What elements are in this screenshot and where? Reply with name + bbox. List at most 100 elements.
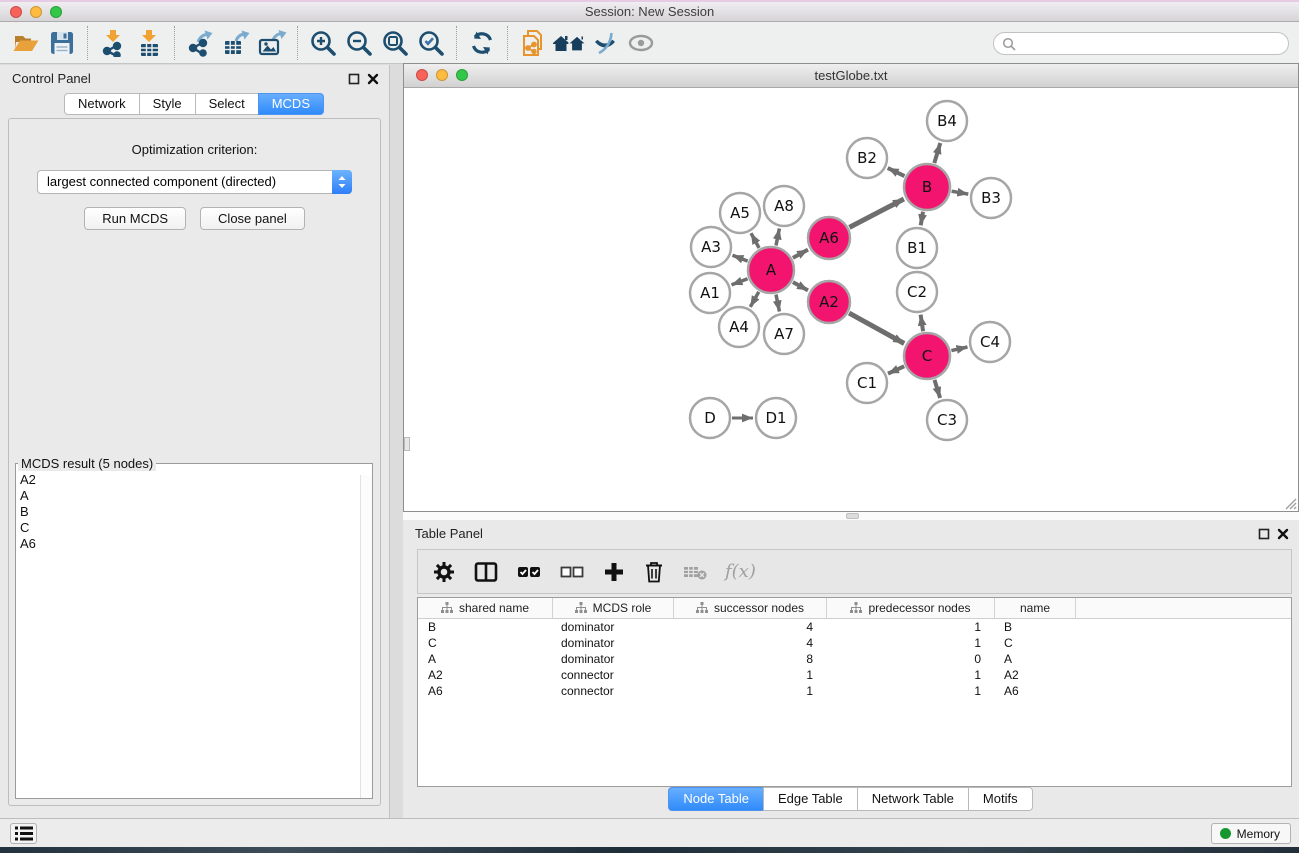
first-neighbors-button[interactable] — [551, 24, 587, 62]
export-table-button[interactable] — [218, 24, 254, 62]
tab-edge-table[interactable]: Edge Table — [763, 787, 858, 811]
edge-A-A1[interactable] — [732, 279, 748, 285]
export-network-button[interactable] — [182, 24, 218, 62]
edge-C-C2[interactable] — [921, 315, 924, 332]
horizontal-splitter[interactable] — [403, 512, 1299, 520]
tab-network-table[interactable]: Network Table — [857, 787, 969, 811]
mcds-result-item[interactable]: B — [20, 504, 372, 520]
edge-A-A6[interactable] — [793, 250, 808, 258]
zoom-selected-icon — [417, 29, 445, 57]
node-label-C2: C2 — [907, 283, 927, 301]
network-window-titlebar[interactable]: testGlobe.txt — [404, 64, 1298, 88]
mcds-result-item[interactable]: C — [20, 520, 372, 536]
export-image-button[interactable] — [254, 24, 290, 62]
task-history-button[interactable] — [10, 823, 37, 844]
network-view[interactable]: B4B2BB3A8A5A6A3B1AA1C2A2A4A7C4CC1C3DD1 — [404, 89, 1298, 511]
column-header-predecessor-nodes[interactable]: predecessor nodes — [827, 598, 995, 618]
mcds-result-item[interactable]: A2 — [20, 472, 372, 488]
node-label-D1: D1 — [765, 409, 786, 427]
run-mcds-button[interactable]: Run MCDS — [84, 207, 186, 230]
vertical-splitter-handle[interactable] — [404, 437, 410, 451]
table-cell: A6 — [418, 683, 553, 699]
column-header-mcds-role[interactable]: MCDS role — [553, 598, 674, 618]
task-list-icon — [15, 826, 33, 841]
edge-C-C1[interactable] — [888, 366, 904, 373]
tab-network[interactable]: Network — [64, 93, 140, 115]
table-row[interactable]: A6connector11A6 — [418, 683, 1291, 699]
table-settings-button[interactable] — [432, 560, 456, 584]
tab-motifs[interactable]: Motifs — [968, 787, 1033, 811]
save-session-button[interactable] — [44, 24, 80, 62]
table-row[interactable]: Cdominator41C — [418, 635, 1291, 651]
tab-mcds[interactable]: MCDS — [258, 93, 324, 115]
table-header-row: shared nameMCDS rolesuccessor nodesprede… — [418, 598, 1291, 619]
table-row[interactable]: Adominator80A — [418, 651, 1291, 667]
edge-B-B1[interactable] — [921, 212, 923, 226]
edge-A-A3[interactable] — [733, 255, 748, 261]
column-header-name[interactable]: name — [995, 598, 1076, 618]
criterion-dropdown[interactable]: largest connected component (directed) — [37, 170, 352, 194]
zoom-out-button[interactable] — [341, 24, 377, 62]
search-input[interactable] — [1016, 36, 1280, 51]
table-cell: 4 — [674, 619, 827, 635]
window-close-button[interactable] — [10, 6, 22, 18]
mcds-result-item[interactable]: A6 — [20, 536, 372, 552]
node-label-B1: B1 — [907, 239, 927, 257]
control-panel-float-button[interactable] — [347, 73, 361, 87]
select-all-button[interactable] — [516, 560, 542, 584]
deselect-all-button[interactable] — [559, 560, 585, 584]
show-graphics-details-button[interactable] — [623, 24, 659, 62]
edge-A-A5[interactable] — [751, 233, 759, 248]
mcds-result-scrollbar[interactable] — [360, 475, 372, 798]
edge-A6-B[interactable] — [849, 199, 904, 227]
edge-A2-C[interactable] — [849, 313, 904, 343]
import-table-button[interactable] — [131, 24, 167, 62]
edge-B-B3[interactable] — [952, 191, 969, 194]
split-table-button[interactable] — [473, 560, 499, 584]
network-minimize-button[interactable] — [436, 69, 448, 81]
table-panel-close-button[interactable] — [1276, 528, 1290, 542]
tab-node-table[interactable]: Node Table — [668, 787, 764, 811]
resize-grip[interactable] — [1284, 497, 1297, 510]
network-close-button[interactable] — [416, 69, 428, 81]
network-zoom-button[interactable] — [456, 69, 468, 81]
open-file-button[interactable] — [8, 24, 44, 62]
edge-A-A7[interactable] — [776, 295, 779, 312]
edge-B-B2[interactable] — [888, 168, 905, 176]
table-panel-float-button[interactable] — [1257, 528, 1271, 542]
edge-A-A8[interactable] — [776, 229, 779, 246]
network-window-title: testGlobe.txt — [404, 64, 1298, 87]
delete-columns-button[interactable] — [643, 560, 665, 584]
apply-layout-button[interactable] — [464, 24, 500, 62]
apply-function-button[interactable]: f(x) — [725, 561, 756, 582]
edge-B-B4[interactable] — [934, 143, 940, 163]
column-header-successor-nodes[interactable]: successor nodes — [674, 598, 827, 618]
zoom-selected-button[interactable] — [413, 24, 449, 62]
export-network-icon — [186, 29, 214, 57]
mcds-result-item[interactable]: A — [20, 488, 372, 504]
control-panel-close-button[interactable] — [366, 73, 380, 87]
add-column-button[interactable] — [602, 560, 626, 584]
edge-A-A2[interactable] — [793, 282, 808, 290]
table-row[interactable]: A2connector11A2 — [418, 667, 1291, 683]
import-network-button[interactable] — [95, 24, 131, 62]
memory-button[interactable]: Memory — [1211, 823, 1291, 844]
table-row[interactable]: Bdominator41B — [418, 619, 1291, 635]
edge-A-A4[interactable] — [750, 292, 759, 307]
column-header-shared-name[interactable]: shared name — [418, 598, 553, 618]
horizontal-splitter-handle[interactable] — [846, 513, 859, 519]
search-box[interactable] — [993, 32, 1289, 55]
zoom-in-button[interactable] — [305, 24, 341, 62]
zoom-fit-button[interactable] — [377, 24, 413, 62]
delete-table-button[interactable] — [682, 561, 708, 583]
window-minimize-button[interactable] — [30, 6, 42, 18]
close-panel-button[interactable]: Close panel — [200, 207, 305, 230]
new-network-from-selection-button[interactable] — [515, 24, 551, 62]
tab-style[interactable]: Style — [139, 93, 196, 115]
tab-select[interactable]: Select — [195, 93, 259, 115]
edge-C-C4[interactable] — [951, 347, 967, 351]
hide-graphics-details-button[interactable] — [587, 24, 623, 62]
window-zoom-button[interactable] — [50, 6, 62, 18]
documents-network-icon — [519, 29, 547, 57]
edge-C-C3[interactable] — [935, 380, 941, 398]
